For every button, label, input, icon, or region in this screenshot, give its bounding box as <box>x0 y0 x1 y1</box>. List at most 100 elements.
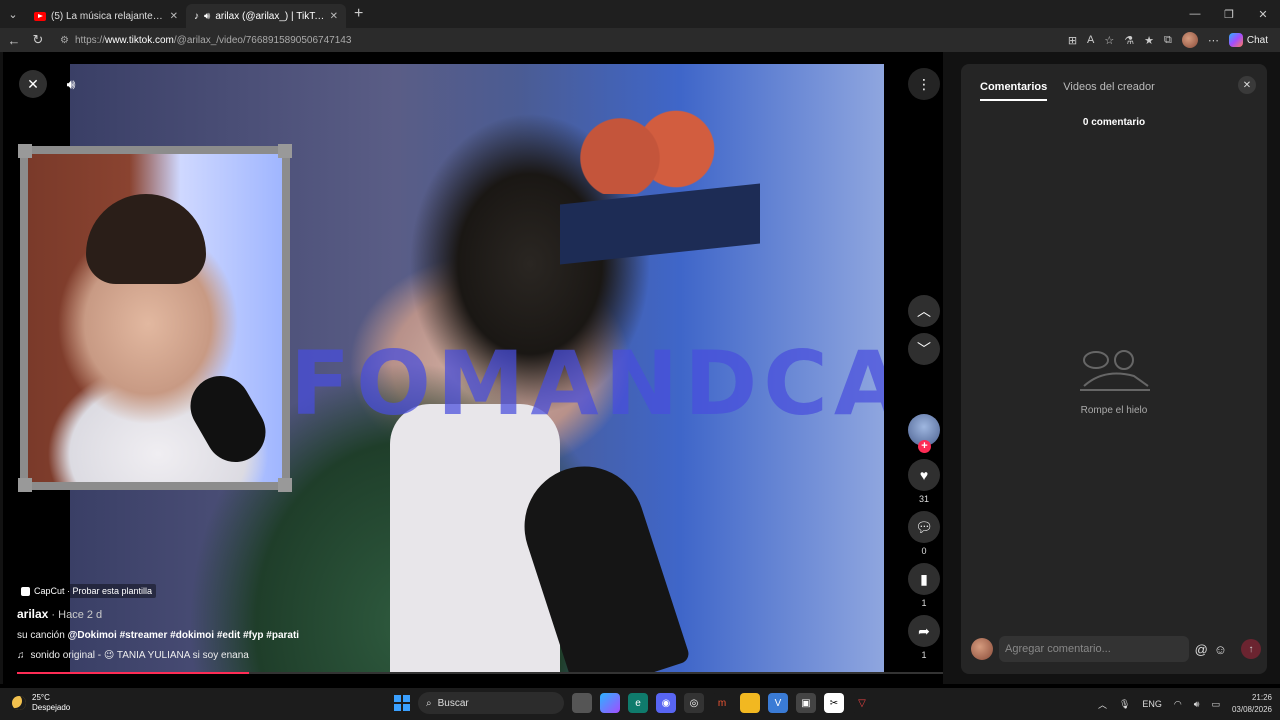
video-watermark-text: FOMANDCA <box>290 332 884 435</box>
collections-icon[interactable]: ⧉ <box>1164 34 1172 47</box>
start-windows-icon[interactable] <box>394 695 410 711</box>
reload-button[interactable]: ↻ <box>26 32 50 48</box>
comment-count-label: 0 comentario <box>1082 117 1146 128</box>
temperature: 25°C <box>32 693 50 702</box>
tray-expand-icon[interactable]: ︿ <box>1098 698 1107 711</box>
capcut-template-link[interactable]: CapCut · Probar esta plantilla <box>17 584 157 598</box>
profile-avatar[interactable] <box>1181 32 1198 48</box>
edge-browser-icon[interactable]: e <box>628 693 648 713</box>
task-view-icon[interactable] <box>572 693 592 713</box>
url-path: /@arilax_/video/7668915890506747143 <box>173 34 352 46</box>
comment-input-tools: @ ☺ <box>1195 642 1227 657</box>
more-menu-icon[interactable]: ⋯ <box>1208 34 1219 47</box>
date: 03/08/2026 <box>1231 705 1272 714</box>
minimize-button[interactable]: — <box>1178 0 1212 28</box>
author-name[interactable]: arilax <box>17 607 48 621</box>
next-video-button[interactable]: ﹀ <box>908 333 940 365</box>
music-info[interactable]: ♫ sonido original - 😉 TANIA YULIANA si so… <box>17 650 249 661</box>
translate-icon[interactable]: A <box>1087 34 1094 46</box>
video-player-area: FOMANDCA ✕ 🔊︎ CapCut · Probar esta plant… <box>3 52 943 684</box>
volume-tray-icon[interactable]: 🔊︎ <box>1194 699 1200 710</box>
system-tray: ︿ 🎙︎ ENG ◠ 🔊︎ ▭ 21:26 03/08/2026 <box>1098 692 1272 716</box>
copilot-button[interactable]: Chat <box>1228 33 1268 47</box>
tab-tiktok[interactable]: ♪ 🔊︎ arilax (@arilax_) | TikTok ✕ <box>186 4 346 28</box>
bookmark-icon[interactable]: ▮ <box>908 563 940 595</box>
tab-actions-menu-icon[interactable]: ⌄ <box>0 0 26 28</box>
post-age: · Hace 2 d <box>48 609 103 621</box>
volume-icon[interactable]: 🔊︎ <box>57 70 85 98</box>
back-button[interactable]: ← <box>2 33 26 48</box>
like-heart-icon[interactable]: ♥ <box>908 459 940 491</box>
time: 21:26 <box>1251 693 1272 702</box>
inset-corner <box>18 478 32 492</box>
close-video-button[interactable]: ✕ <box>19 70 47 98</box>
tiktok-page: FOMANDCA ✕ 🔊︎ CapCut · Probar esta plant… <box>0 52 1280 684</box>
obs-icon[interactable]: ◎ <box>684 693 704 713</box>
url-field[interactable]: ⚙ https://www.tiktok.com/@arilax_/video/… <box>54 30 1054 50</box>
comment-input[interactable]: Agregar comentario... <box>999 636 1189 662</box>
tab-creator-videos[interactable]: Videos del creador <box>1063 81 1155 101</box>
taskbar-search[interactable]: ⌕ Buscar <box>418 692 564 714</box>
discord-icon[interactable]: ◉ <box>656 693 676 713</box>
capcut-app-icon[interactable]: ✂ <box>824 693 844 713</box>
caption-hashtags[interactable]: @Dokimoi #streamer #dokimoi #edit #fyp #… <box>68 630 300 641</box>
video-plush-toys <box>578 104 718 194</box>
empty-comments-icon <box>1080 350 1150 391</box>
inset-corner <box>278 144 292 158</box>
moon-icon <box>12 696 26 710</box>
close-tab-icon[interactable]: ✕ <box>170 11 178 22</box>
microphone-icon[interactable]: 🎙︎ <box>1119 699 1130 710</box>
close-panel-button[interactable]: ✕ <box>1238 76 1256 94</box>
music-note-icon: ♫ <box>17 650 25 661</box>
extensions-icon[interactable]: ⚗ <box>1124 34 1134 47</box>
caption-prefix: su canción <box>17 630 68 641</box>
favorite-star-icon[interactable]: ☆ <box>1104 34 1114 47</box>
tab-youtube[interactable]: (5) La música relajante de Animal ✕ <box>26 4 186 28</box>
browser-toolbar: ⊞ A ☆ ⚗ ★ ⧉ ⋯ Chat <box>1068 28 1280 52</box>
mention-icon[interactable]: @ <box>1195 642 1208 657</box>
close-window-button[interactable]: ✕ <box>1246 0 1280 28</box>
tab-comments[interactable]: Comentarios <box>980 81 1048 101</box>
send-comment-button[interactable]: ↑ <box>1241 639 1261 659</box>
app-m-icon[interactable]: m <box>712 693 732 713</box>
weather-widget[interactable]: 25°C Despejado <box>12 693 70 713</box>
progress-fill <box>17 672 249 674</box>
vscode-icon[interactable]: V <box>768 693 788 713</box>
comment-bubble-icon[interactable]: 💬︎ <box>908 511 940 543</box>
battery-icon[interactable]: ▭ <box>1211 699 1220 710</box>
video-caption: su canción @Dokimoi #streamer #dokimoi #… <box>17 630 299 641</box>
maximize-button[interactable]: ❐ <box>1212 0 1246 28</box>
more-options-icon[interactable]: ⋮ <box>908 68 940 100</box>
clock[interactable]: 21:26 03/08/2026 <box>1232 692 1272 716</box>
valorant-icon[interactable]: ▽ <box>852 693 872 713</box>
video-author[interactable]: arilax · Hace 2 d <box>17 607 102 621</box>
copilot-icon <box>1228 33 1243 47</box>
inset-microphone <box>179 365 277 473</box>
emoji-icon[interactable]: ☺ <box>1214 642 1227 657</box>
wifi-icon[interactable]: ◠ <box>1174 699 1182 710</box>
url-host: www.tiktok.com <box>104 34 174 46</box>
photos-icon[interactable]: ▣ <box>796 693 816 713</box>
user-avatar <box>971 638 993 660</box>
save-count: 1 <box>921 598 927 608</box>
copilot-app-icon[interactable] <box>600 693 620 713</box>
file-explorer-icon[interactable] <box>740 693 760 713</box>
tab-title: arilax (@arilax_) | TikTok <box>215 10 325 22</box>
share-arrow-icon[interactable]: ➦ <box>908 615 940 647</box>
previous-video-button[interactable]: ︿ <box>908 295 940 327</box>
app-available-icon[interactable]: ⊞ <box>1068 34 1077 47</box>
music-title: sonido original - 😉 TANIA YULIANA si soy… <box>30 650 249 661</box>
follow-plus-icon[interactable]: + <box>918 440 931 453</box>
input-language[interactable]: ENG <box>1142 699 1162 709</box>
new-tab-button[interactable]: + <box>354 5 363 23</box>
inset-corner <box>18 144 32 158</box>
video-progress-bar[interactable] <box>17 672 943 674</box>
favorites-icon[interactable]: ★ <box>1144 34 1154 47</box>
site-info-icon[interactable]: ⚙ <box>60 35 69 46</box>
speaker-icon[interactable]: 🔊︎ <box>204 11 210 22</box>
close-tab-icon[interactable]: ✕ <box>330 11 338 22</box>
like-count: 31 <box>918 494 929 504</box>
weather-condition: Despejado <box>32 703 71 712</box>
capcut-label: CapCut · Probar esta plantilla <box>34 586 153 596</box>
video-shelf <box>560 183 760 265</box>
